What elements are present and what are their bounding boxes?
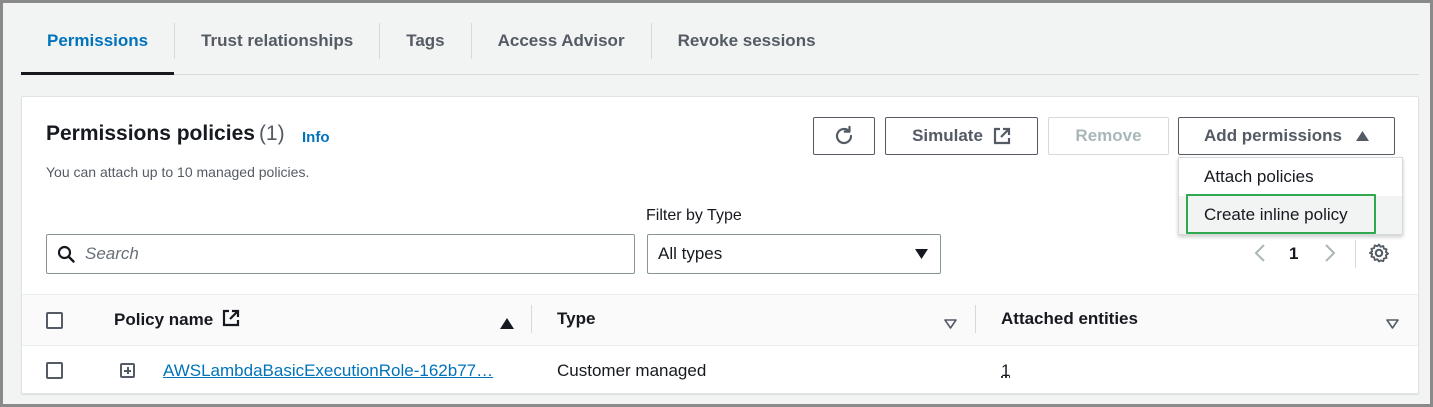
column-header-type[interactable]: Type	[557, 309, 595, 329]
tab-trust-relationships[interactable]: Trust relationships	[175, 7, 379, 74]
search-icon	[57, 245, 75, 263]
previous-page-icon[interactable]	[1254, 243, 1266, 268]
remove-button[interactable]: Remove	[1048, 117, 1169, 155]
tab-tags[interactable]: Tags	[380, 7, 470, 74]
column-header-attached-entities[interactable]: Attached entities	[1001, 309, 1138, 329]
column-divider	[975, 305, 976, 333]
permissions-policies-panel: Permissions policies (1) Info You can att…	[21, 96, 1419, 394]
pager-divider	[1355, 240, 1356, 268]
table-row: AWSLambdaBasicExecutionRole-162b77… Cust…	[22, 346, 1418, 394]
external-link-icon	[993, 127, 1011, 145]
row-checkbox[interactable]	[46, 362, 63, 379]
refresh-icon	[833, 125, 855, 147]
sort-icon[interactable]	[944, 314, 957, 334]
settings-gear-icon[interactable]	[1368, 242, 1390, 269]
add-permissions-button[interactable]: Add permissions	[1178, 117, 1395, 155]
caret-up-icon	[1355, 131, 1369, 141]
type-filter-value: All types	[658, 244, 723, 263]
table-header: Policy name Type Attached entities	[22, 294, 1418, 346]
panel-title-text: Permissions policies	[46, 122, 255, 145]
simulate-label: Simulate	[912, 126, 983, 145]
tab-revoke-sessions[interactable]: Revoke sessions	[652, 7, 842, 74]
sort-icon[interactable]	[1386, 314, 1399, 334]
window-frame: Permissions Trust relationships Tags Acc…	[0, 0, 1433, 407]
column-divider	[531, 305, 532, 333]
refresh-button[interactable]	[813, 117, 875, 155]
remove-label: Remove	[1075, 126, 1142, 145]
add-permissions-label: Add permissions	[1204, 126, 1342, 145]
menu-item-create-inline-policy[interactable]: Create inline policy	[1179, 196, 1402, 234]
policy-name-header-label: Policy name	[114, 310, 214, 329]
type-filter-select[interactable]: All types	[647, 234, 941, 274]
search-placeholder: Search	[85, 244, 139, 263]
caret-down-icon	[915, 249, 928, 259]
tab-bar: Permissions Trust relationships Tags Acc…	[21, 7, 1419, 75]
policy-count: (1)	[258, 122, 285, 145]
tab-access-advisor[interactable]: Access Advisor	[472, 7, 651, 74]
search-input[interactable]: Search	[46, 234, 635, 274]
sort-ascending-icon[interactable]	[500, 314, 514, 334]
filter-by-type-label: Filter by Type	[646, 207, 742, 224]
add-permissions-menu: Attach policies Create inline policy	[1178, 157, 1403, 235]
select-all-checkbox[interactable]	[46, 312, 63, 329]
panel-title: Permissions policies (1)	[46, 122, 285, 146]
next-page-icon[interactable]	[1324, 243, 1336, 268]
column-header-policy-name[interactable]: Policy name	[114, 309, 240, 330]
attached-entities-count[interactable]: 1	[1001, 361, 1010, 381]
tab-permissions[interactable]: Permissions	[21, 7, 175, 75]
menu-item-attach-policies[interactable]: Attach policies	[1179, 158, 1402, 196]
policy-name-link[interactable]: AWSLambdaBasicExecutionRole-162b77…	[163, 361, 493, 381]
policy-type: Customer managed	[557, 361, 707, 380]
current-page-number[interactable]: 1	[1289, 244, 1298, 264]
external-link-icon	[222, 309, 240, 327]
panel-description: You can attach up to 10 managed policies…	[46, 164, 310, 180]
simulate-button[interactable]: Simulate	[885, 117, 1038, 155]
info-link[interactable]: Info	[302, 129, 330, 146]
expand-row-icon[interactable]	[120, 363, 135, 378]
